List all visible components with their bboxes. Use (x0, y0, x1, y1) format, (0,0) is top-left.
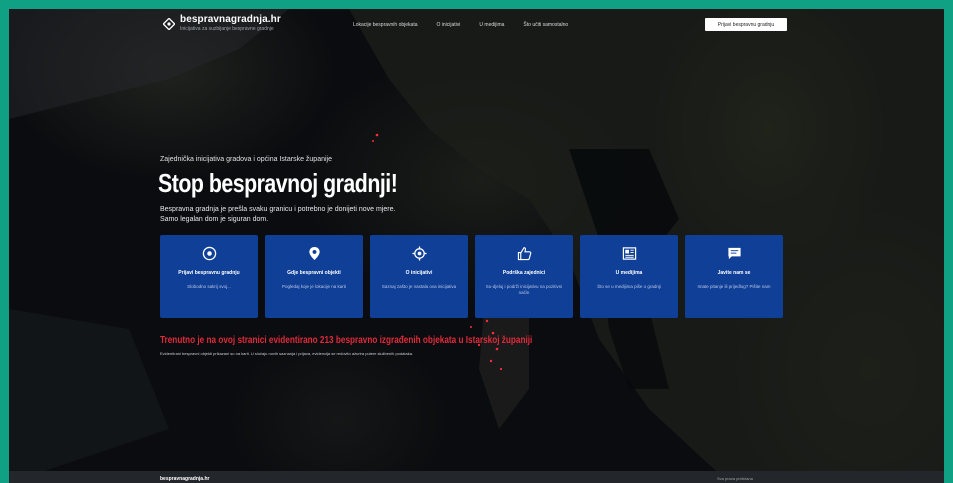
hero-kicker: Zajednička inicijativa gradova i općina … (160, 156, 332, 163)
card-about[interactable]: O inicijativi Saznaj zašto je nastala ov… (370, 235, 468, 318)
map-pin-icon (308, 246, 320, 261)
main-menu: Lokacije bespravnih objekata O inicijati… (353, 22, 568, 28)
feature-cards: Prijavi bespravnu gradnju Slobodno sakri… (160, 235, 783, 318)
page-frame: bespravnagradnja.hr Inicijativa za suzbi… (9, 9, 944, 483)
hero-lead: Bespravna gradnja je prešla svaku granic… (160, 205, 395, 225)
diamond-logo-icon (163, 17, 175, 30)
report-button[interactable]: Prijavi bespravnu gradnju (705, 18, 787, 31)
card-contact[interactable]: Javite nam se Imate pitanje ili prijedlo… (685, 235, 783, 318)
card-description: Su-djeluj i podrži inicijativu na poziti… (485, 284, 563, 295)
target-icon (411, 246, 427, 261)
card-support[interactable]: Podrška zajednici Su-djeluj i podrži ini… (475, 235, 573, 318)
footer-logo[interactable]: bespravnagradnja.hr (160, 476, 209, 482)
card-title: Gdje bespravni objekti (287, 270, 341, 276)
card-report[interactable]: Prijavi bespravnu gradnju Slobodno sakri… (160, 235, 258, 318)
card-description: Saznaj zašto je nastala ova inicijativa (381, 284, 457, 289)
card-media[interactable]: U medijima Što se u medijima piše o grad… (580, 235, 678, 318)
hero-lead-line-1: Bespravna gradnja je prešla svaku granic… (160, 206, 396, 213)
card-description: Slobodno sakrij svoj... (187, 284, 231, 289)
footer: bespravnagradnja.hr Sva prava pridržana (9, 471, 944, 483)
hero-lead-line-2: Samo legalan dom je siguran dom. (160, 216, 269, 223)
card-description: Što se u medijima piše o gradnji (597, 284, 661, 289)
thumbs-up-icon (517, 247, 531, 261)
newspaper-icon (622, 247, 636, 260)
footer-copyright: Sva prava pridržana (717, 476, 753, 481)
logo-title: bespravnagradnja.hr (180, 14, 281, 25)
circle-dot-icon (202, 246, 216, 261)
menu-item-learn[interactable]: Što učiti samostalno (523, 22, 568, 28)
building-count-alert: Trenutno je na ovoj stranici evidentiran… (160, 335, 533, 346)
card-locations[interactable]: Gdje bespravni objekti Pogledaj koje je … (265, 235, 363, 318)
site-logo[interactable]: bespravnagradnja.hr Inicijativa za suzbi… (163, 15, 281, 32)
alert-subtext: Evidentirani bespravni objekti prikazani… (160, 351, 414, 356)
card-description: Imate pitanje ili prijedlog? Pišite nam (697, 284, 771, 289)
hero-headline: Stop bespravnoj gradnji! (158, 168, 398, 198)
card-title: Prijavi bespravnu gradnju (178, 270, 240, 276)
menu-item-media[interactable]: U medijima (479, 22, 504, 28)
card-title: Javite nam se (717, 270, 751, 276)
card-title: Podrška zajednici (502, 270, 546, 276)
menu-item-locations[interactable]: Lokacije bespravnih objekata (353, 22, 418, 28)
chat-icon (727, 247, 741, 260)
top-navigation: bespravnagradnja.hr Inicijativa za suzbi… (9, 9, 944, 43)
menu-item-about[interactable]: O inicijativi (437, 22, 461, 28)
logo-subtitle: Inicijativa za suzbijanje bespravne grad… (180, 26, 274, 32)
card-title: O inicijativi (405, 270, 433, 276)
card-description: Pogledaj koje je lokacije na karti (281, 284, 347, 289)
card-title: U medijima (615, 270, 643, 276)
